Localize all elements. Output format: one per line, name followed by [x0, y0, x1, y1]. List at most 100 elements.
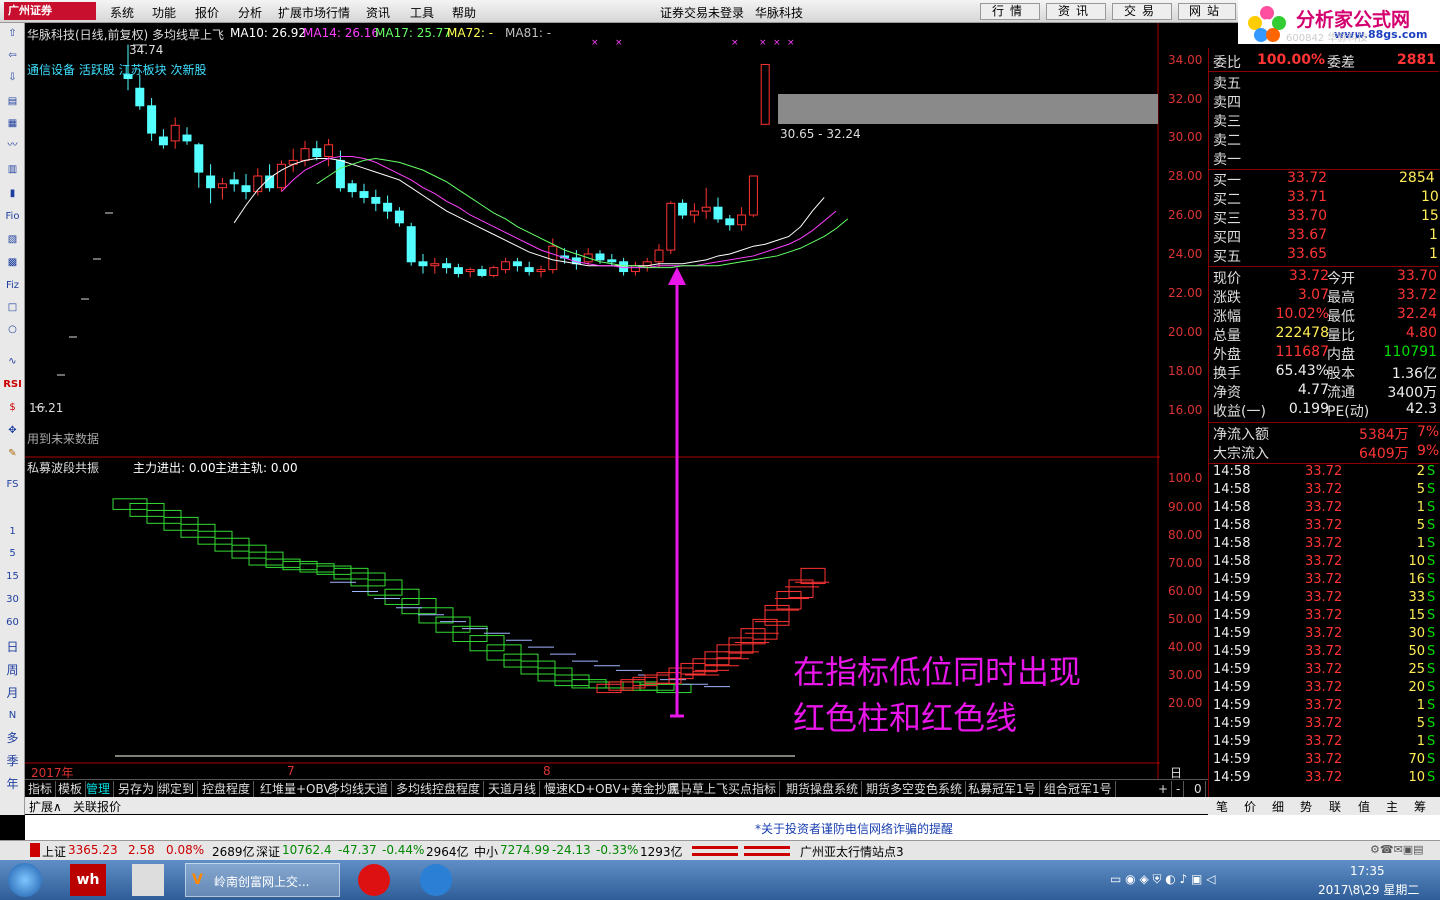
expand-button[interactable]: 扩展∧	[29, 798, 62, 815]
tab-minus[interactable]: -	[1173, 781, 1185, 797]
fio-icon[interactable]: Fio	[3, 208, 22, 226]
wave-icon[interactable]: ∿	[3, 353, 22, 371]
tick-row[interactable]: 14:59 33.72 25 S	[1209, 662, 1439, 680]
tab-chips[interactable]: 筹	[1414, 798, 1426, 815]
clock-date[interactable]: 2017\8\29 星期二	[1318, 881, 1419, 898]
sell-1-row[interactable]: 卖一	[1209, 149, 1439, 168]
arrow-up-icon[interactable]: ⇧	[3, 25, 22, 43]
wh8-app-icon[interactable]: wh	[70, 864, 106, 896]
indicator-tab[interactable]: 私募冠军1号	[965, 781, 1040, 797]
bar-chart-icon[interactable]: ▮	[3, 185, 22, 203]
menu-item-tools[interactable]: 工具	[410, 4, 434, 21]
indicator-tab[interactable]: 绑定到	[155, 781, 199, 797]
tab-value[interactable]: 值	[1358, 798, 1370, 815]
grid-icon[interactable]: ▦	[3, 115, 22, 133]
report-icon[interactable]: ▤	[3, 93, 22, 111]
calc-icon[interactable]: ▩	[3, 254, 22, 272]
sz-label[interactable]: 深证	[256, 843, 280, 860]
tab-plus[interactable]: +	[1155, 781, 1173, 797]
indicator-name[interactable]: 私募波段共振	[27, 459, 99, 476]
tab-zero[interactable]: 0	[1191, 781, 1206, 797]
related-quote-button[interactable]: 关联报价	[73, 798, 121, 815]
buy-4-row[interactable]: 买四 33.67 1	[1209, 227, 1439, 246]
period-5min[interactable]: 5	[3, 545, 22, 563]
buy-3-row[interactable]: 买三 33.70 15	[1209, 208, 1439, 227]
fs-button[interactable]: FS	[3, 476, 22, 494]
tick-row[interactable]: 14:58 33.72 1 S	[1209, 536, 1439, 554]
indicator-tab[interactable]: 另存为	[115, 781, 159, 797]
menu-item-ext-market[interactable]: 扩展市场行情	[278, 4, 350, 21]
menu-item-function[interactable]: 功能	[152, 4, 176, 21]
tick-row[interactable]: 14:58 33.72 5 S	[1209, 482, 1439, 500]
indicator-tab[interactable]: 控盘程度	[199, 781, 255, 797]
arrow-down-icon[interactable]: ⇩	[3, 69, 22, 87]
tick-row[interactable]: 14:58 33.72 10 S	[1209, 554, 1439, 572]
indicator-tab[interactable]: 组合冠军1号	[1041, 781, 1116, 797]
tab-main[interactable]: 主	[1386, 798, 1398, 815]
square-icon[interactable]: □	[3, 299, 22, 317]
tick-row[interactable]: 14:59 33.72 20 S	[1209, 680, 1439, 698]
sh-label[interactable]: 上证	[42, 843, 66, 860]
tick-row[interactable]: 14:58 33.72 1 S	[1209, 500, 1439, 518]
period-day[interactable]: 日	[3, 638, 22, 656]
tick-row[interactable]: 14:59 33.72 5 S	[1209, 716, 1439, 734]
tick-row[interactable]: 14:59 33.72 70 S	[1209, 752, 1439, 770]
clock-time[interactable]: 17:35	[1350, 864, 1385, 878]
period-season[interactable]: 季	[3, 752, 22, 770]
arrow-left-icon[interactable]: ⇦	[3, 47, 22, 65]
circle-icon[interactable]: ○	[3, 321, 22, 339]
sell-5-row[interactable]: 卖五	[1209, 73, 1439, 92]
buy-1-row[interactable]: 买一 33.72 2854	[1209, 170, 1439, 189]
menu-item-system[interactable]: 系统	[110, 4, 134, 21]
indicator-tab[interactable]: 管理	[83, 781, 115, 797]
tick-row[interactable]: 14:59 33.72 16 S	[1209, 572, 1439, 590]
period-week[interactable]: 周	[3, 661, 22, 679]
tab-related[interactable]: 联	[1329, 798, 1341, 815]
sell-3-row[interactable]: 卖三	[1209, 111, 1439, 130]
ie-browser-icon[interactable]	[420, 864, 452, 896]
nav-button-trade[interactable]: 交易	[1112, 3, 1172, 20]
kline-chart-area[interactable]: × × × × × × 华脉科技(日线,前复权) 多均线草上飞 MA10: 26.92 M…	[25, 23, 1202, 797]
nav-button-news[interactable]: 资讯	[1046, 3, 1106, 20]
sell-2-row[interactable]: 卖二	[1209, 130, 1439, 149]
tick-row[interactable]: 14:58 33.72 2 S	[1209, 464, 1439, 482]
period-year[interactable]: 年	[3, 775, 22, 793]
fraud-notice-link[interactable]: *关于投资者谨防电信网络诈骗的提醒	[755, 820, 953, 837]
image-icon[interactable]: ▧	[3, 231, 22, 249]
period-multi[interactable]: 多	[3, 729, 22, 747]
pencil-icon[interactable]: ✎	[3, 445, 22, 463]
period-60min[interactable]: 60	[3, 614, 22, 632]
start-button-icon[interactable]	[8, 863, 42, 897]
indicator-tab[interactable]: 天道月线	[485, 781, 541, 797]
indicator-tab[interactable]: 指标	[25, 781, 57, 797]
red-app-icon[interactable]	[358, 864, 390, 896]
tick-row[interactable]: 14:59 33.72 10 S	[1209, 770, 1439, 788]
indicator-tab[interactable]: 期货多空变色系统	[863, 781, 967, 797]
trading-app-task[interactable]: V 岭南创富网上交...	[185, 863, 340, 897]
period-30min[interactable]: 30	[3, 591, 22, 609]
tick-row[interactable]: 14:59 33.72 50 S	[1209, 644, 1439, 662]
indicator-tab[interactable]: 慢速KD+OBV+黄金抄底	[541, 781, 683, 797]
tick-row[interactable]: 14:59 33.72 33 S	[1209, 590, 1439, 608]
buy-5-row[interactable]: 买五 33.65 1	[1209, 246, 1439, 265]
tab-detail[interactable]: 细	[1272, 798, 1284, 815]
tick-row[interactable]: 14:59 33.72 1 S	[1209, 734, 1439, 752]
tick-row[interactable]: 14:59 33.72 1 S	[1209, 698, 1439, 716]
period-1min[interactable]: 1	[3, 523, 22, 541]
menu-item-analysis[interactable]: 分析	[238, 4, 262, 21]
period-15min[interactable]: 15	[3, 568, 22, 586]
menu-item-news[interactable]: 资讯	[366, 4, 390, 21]
fiz-icon[interactable]: Fiz	[3, 277, 22, 295]
tab-price[interactable]: 价	[1244, 798, 1256, 815]
period-month[interactable]: 月	[3, 684, 22, 702]
tab-tick[interactable]: 笔	[1216, 798, 1228, 815]
menu-item-quote[interactable]: 报价	[195, 4, 219, 21]
candle-icon[interactable]: ▥	[3, 161, 22, 179]
rsi-icon[interactable]: RSI	[3, 376, 22, 394]
calculator-app-icon[interactable]	[132, 864, 164, 896]
tick-row[interactable]: 14:58 33.72 5 S	[1209, 518, 1439, 536]
indicator-tab[interactable]: 黑马草上飞买点指标	[665, 781, 781, 797]
nav-button-website[interactable]: 网站	[1178, 3, 1236, 20]
zx-label[interactable]: 中小	[474, 843, 498, 860]
menu-item-help[interactable]: 帮助	[452, 4, 476, 21]
